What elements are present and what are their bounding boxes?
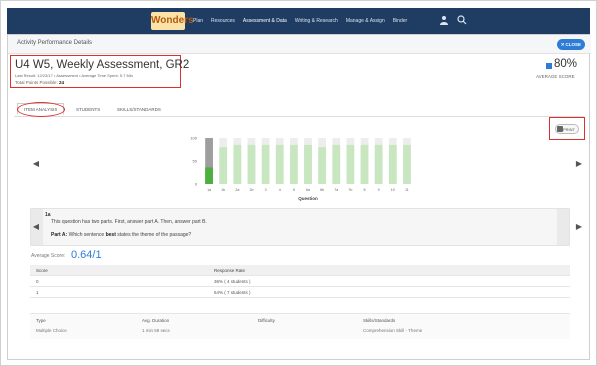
search-icon[interactable] — [456, 15, 468, 27]
table-cell-score: 1 — [36, 290, 39, 295]
y-tick-label: 0 — [195, 182, 198, 187]
total-points-label: Total Points Possible: — [15, 80, 58, 85]
user-icon[interactable] — [438, 15, 450, 27]
bar — [360, 144, 369, 184]
total-points-value: 24 — [59, 80, 65, 85]
question-prev-arrow[interactable]: ◀ — [32, 222, 40, 232]
bar — [205, 167, 213, 184]
part-text-bold: best — [105, 232, 116, 238]
detail-header-type: Type — [36, 318, 46, 323]
top-navigation: Wonders Plan Resources Assessment & Data… — [7, 8, 590, 34]
wonders-logo[interactable]: Wonders — [151, 12, 194, 30]
x-tick-label: 1a — [207, 188, 211, 192]
bar — [318, 147, 327, 184]
question-carousel: 1a This question has two parts. First, a… — [30, 208, 570, 246]
bar — [332, 144, 341, 184]
y-tick-label: 50 — [193, 159, 198, 164]
x-tick-label: 5 — [293, 188, 295, 192]
item-analysis-chart: 0 50 100 1a 1b 2a 2b 3 4 5 6a 6b 7a 7b 8 9 10 11 Question — [190, 136, 411, 201]
table-cell-score: 0 — [36, 279, 39, 284]
average-score-text-label: Average Score: — [31, 253, 66, 259]
chart-prev-arrow[interactable]: ◀ — [32, 159, 40, 169]
question-next-button[interactable] — [557, 209, 569, 245]
x-tick-label: 11 — [405, 188, 409, 192]
part-text-before: Which sentence — [68, 232, 105, 238]
nav-links: Plan Resources Assessment & Data Writing… — [193, 8, 407, 34]
tab-bar: ITEM ANALYSIS STUDENTS SKILLS/STANDARDS — [14, 99, 584, 117]
table-row: 0 36% ( 4 students ) — [30, 276, 570, 287]
close-icon: ✕ — [560, 42, 565, 47]
x-axis-label: Question — [298, 196, 318, 201]
table-header-score: Score — [36, 268, 48, 273]
nav-link-resources[interactable]: Resources — [211, 18, 235, 24]
question-details: Type Avg. Duration Difficulty Skills/Sta… — [30, 313, 570, 339]
detail-header-duration: Avg. Duration — [142, 318, 170, 323]
detail-header-difficulty: Difficulty — [258, 318, 275, 323]
table-cell-response-rate: 36% ( 4 students ) — [214, 279, 251, 284]
question-number: 1a — [45, 212, 51, 218]
average-score-text-value: 0.64/1 — [71, 249, 102, 261]
nav-link-binder[interactable]: Binder — [393, 18, 407, 24]
printer-icon — [557, 126, 563, 132]
x-tick-label: 10 — [391, 188, 395, 192]
x-tick-label: 7a — [334, 188, 338, 192]
y-tick-label: 100 — [190, 136, 197, 141]
nav-link-manage-assign[interactable]: Manage & Assign — [346, 18, 385, 24]
x-tick-label: 2b — [249, 188, 253, 192]
bar — [304, 144, 312, 184]
close-button[interactable]: ✕ CLOSE — [556, 39, 585, 50]
bar — [403, 144, 411, 184]
part-label: Part A: — [51, 232, 68, 238]
bar — [289, 144, 298, 184]
bar — [261, 144, 270, 184]
assessment-title-block: U4 W5, Weekly Assessment, GR2 Last Resul… — [10, 55, 189, 88]
x-tick-label: 8 — [364, 188, 366, 192]
panel-title: Activity Performance Details — [17, 40, 93, 46]
bar — [346, 144, 355, 184]
table-header: Score Response Rate — [30, 265, 570, 276]
tab-skills-standards[interactable]: SKILLS/STANDARDS — [110, 103, 168, 115]
table-row: 1 64% ( 7 students ) — [30, 287, 570, 298]
question-text: This question has two parts. First, answ… — [51, 219, 207, 225]
nav-link-assessment-data[interactable]: Assessment & Data — [243, 18, 287, 24]
x-tick-label: 1b — [221, 188, 225, 192]
x-tick-label: 4 — [279, 188, 281, 192]
table-header-response-rate: Response Rate — [214, 268, 246, 273]
x-tick-label: 6b — [320, 188, 324, 192]
total-points: Total Points Possible: 24 — [15, 80, 64, 85]
bar — [247, 144, 256, 184]
bar — [233, 144, 242, 184]
detail-value-skills: Comprehension Skill - Theme — [363, 328, 423, 333]
detail-value-type: Multiple Choice — [36, 328, 67, 333]
question-next-arrow[interactable]: ▶ — [575, 222, 583, 232]
bar — [275, 144, 284, 184]
x-tick-label: 9 — [378, 188, 380, 192]
panel-header: Activity Performance Details ✕ CLOSE — [8, 35, 591, 54]
x-tick-label: 7b — [348, 188, 352, 192]
assessment-meta: Last Result: 12/23/17 • Assessment • Ave… — [15, 73, 133, 78]
chart-next-arrow[interactable]: ▶ — [575, 159, 583, 169]
x-tick-label: 2a — [235, 188, 239, 192]
part-text-after: states the theme of the passage? — [117, 232, 192, 238]
question-part-a: Part A: Which sentence best states the t… — [51, 232, 191, 238]
x-tick-label: 3 — [265, 188, 267, 192]
nav-link-plan[interactable]: Plan — [193, 18, 203, 24]
table-cell-response-rate: 64% ( 7 students ) — [214, 290, 251, 295]
bar — [219, 147, 228, 184]
average-score-value: 80% — [554, 58, 578, 70]
assessment-title: U4 W5, Weekly Assessment, GR2 — [15, 59, 190, 71]
average-score-marker — [546, 63, 552, 69]
detail-value-duration: 1 min 59 secs — [142, 328, 170, 333]
nav-link-writing-research[interactable]: Writing & Research — [295, 18, 338, 24]
average-score-label: AVERAGE SCORE — [536, 74, 575, 79]
bar — [374, 144, 383, 184]
detail-header-skills: Skills/Standards — [363, 318, 396, 323]
close-button-label: CLOSE — [565, 42, 581, 47]
response-table: Score Response Rate 0 36% ( 4 students )… — [30, 265, 570, 298]
bar — [388, 144, 397, 184]
highlight-ellipse — [17, 102, 65, 117]
x-tick-label: 6a — [306, 188, 310, 192]
tab-students[interactable]: STUDENTS — [69, 103, 107, 115]
